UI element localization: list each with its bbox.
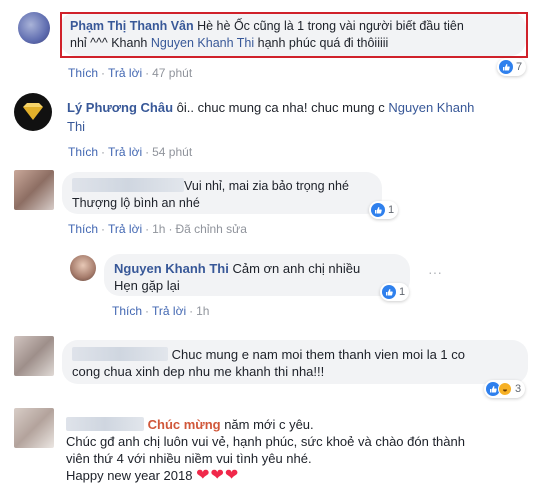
- reaction-badge[interactable]: 3: [484, 380, 526, 398]
- more-options-icon[interactable]: ···: [428, 264, 442, 280]
- heart-icons: ❤❤❤: [196, 467, 240, 484]
- comment-bubble: Vui nhỉ, mai zia bảo trọng nhé Thượng lộ…: [62, 172, 382, 214]
- diamond-logo-icon: [23, 103, 43, 120]
- comment-text: Vui nhỉ, mai zia bảo trọng nhé: [184, 179, 349, 193]
- comment-actions: Thích · Trả lời · 1h · Đã chỉnh sửa: [68, 222, 247, 236]
- reaction-badge[interactable]: 1: [369, 201, 399, 219]
- comment-text: ôi.. chuc mung ca nha! chuc mung c: [173, 100, 389, 115]
- comment-bubble: Chuc mung e nam moi them thanh vien moi …: [62, 340, 528, 384]
- reaction-badge[interactable]: 7: [497, 58, 527, 76]
- reaction-count: 3: [515, 383, 522, 395]
- reaction-count: 1: [399, 286, 406, 298]
- blurred-name: [66, 417, 144, 431]
- comment-author[interactable]: Nguyen Khanh Thi: [114, 261, 229, 276]
- avatar[interactable]: [14, 170, 54, 210]
- comment-bubble: Nguyen Khanh Thi Cảm ơn anh chị nhiều Hẹ…: [104, 254, 410, 296]
- reaction-badge[interactable]: 1: [380, 283, 410, 301]
- comment-text: năm mới c yêu.: [220, 417, 314, 432]
- like-icon: [371, 203, 385, 217]
- comment-body: Chúc mừng năm mới c yêu. Chúc gđ anh chị…: [66, 416, 528, 484]
- comment-actions: Thích · Trả lời · 1h: [112, 304, 210, 318]
- avatar[interactable]: [18, 12, 50, 44]
- timestamp[interactable]: 54 phút: [152, 145, 192, 159]
- comment-text: Chúc gđ anh chị luôn vui vẻ, hạnh phúc, …: [66, 434, 465, 449]
- avatar[interactable]: [70, 255, 96, 281]
- edited-label[interactable]: Đã chỉnh sửa: [175, 222, 246, 236]
- reply-link[interactable]: Trả lời: [108, 222, 142, 236]
- comment-text: Hẹn gặp lại: [114, 278, 180, 293]
- reaction-count: 7: [516, 61, 523, 73]
- avatar[interactable]: [14, 336, 54, 376]
- haha-icon: [498, 382, 512, 396]
- like-link[interactable]: Thích: [68, 222, 98, 236]
- like-icon: [382, 285, 396, 299]
- blurred-name: [72, 178, 184, 192]
- comment-text: cong chua xinh dep nhu me khanh thi nha!…: [72, 364, 325, 379]
- avatar[interactable]: [14, 93, 52, 131]
- comment-text: Happy new year 2018: [66, 468, 193, 483]
- reply-link[interactable]: Trả lời: [152, 304, 186, 318]
- comment-text: viên thứ 4 với nhiều niềm vui tình yêu n…: [66, 451, 312, 466]
- timestamp[interactable]: 1h: [196, 304, 209, 318]
- timestamp[interactable]: 47 phút: [152, 66, 192, 80]
- timestamp[interactable]: 1h: [152, 222, 165, 236]
- like-link[interactable]: Thích: [68, 66, 98, 80]
- comment-actions: Thích · Trả lời · 54 phút: [68, 145, 193, 159]
- mention-link[interactable]: Nguyen Khanh: [388, 100, 474, 115]
- comment-body: Lý Phương Châu ôi.. chuc mung ca nha! ch…: [67, 98, 527, 136]
- avatar[interactable]: [14, 408, 54, 448]
- reply-link[interactable]: Trả lời: [108, 66, 142, 80]
- comment-text: Cảm ơn anh chị nhiều: [232, 261, 361, 276]
- comment-actions: Thích · Trả lời · 47 phút: [68, 66, 193, 80]
- comment-author-fragment[interactable]: Chúc mừng: [148, 417, 221, 432]
- comment-text: Thượng lộ bình an nhé: [72, 196, 200, 210]
- blurred-name: [72, 347, 168, 361]
- comment-author[interactable]: Lý Phương Châu: [67, 100, 173, 115]
- like-icon: [499, 60, 513, 74]
- comment-text: Chuc mung e nam moi them thanh vien moi …: [171, 347, 465, 362]
- mention-link[interactable]: Thi: [67, 119, 85, 134]
- reply-link[interactable]: Trả lời: [108, 145, 142, 159]
- like-link[interactable]: Thích: [112, 304, 142, 318]
- reaction-count: 1: [388, 204, 395, 216]
- highlight-box: [60, 12, 528, 58]
- like-link[interactable]: Thích: [68, 145, 98, 159]
